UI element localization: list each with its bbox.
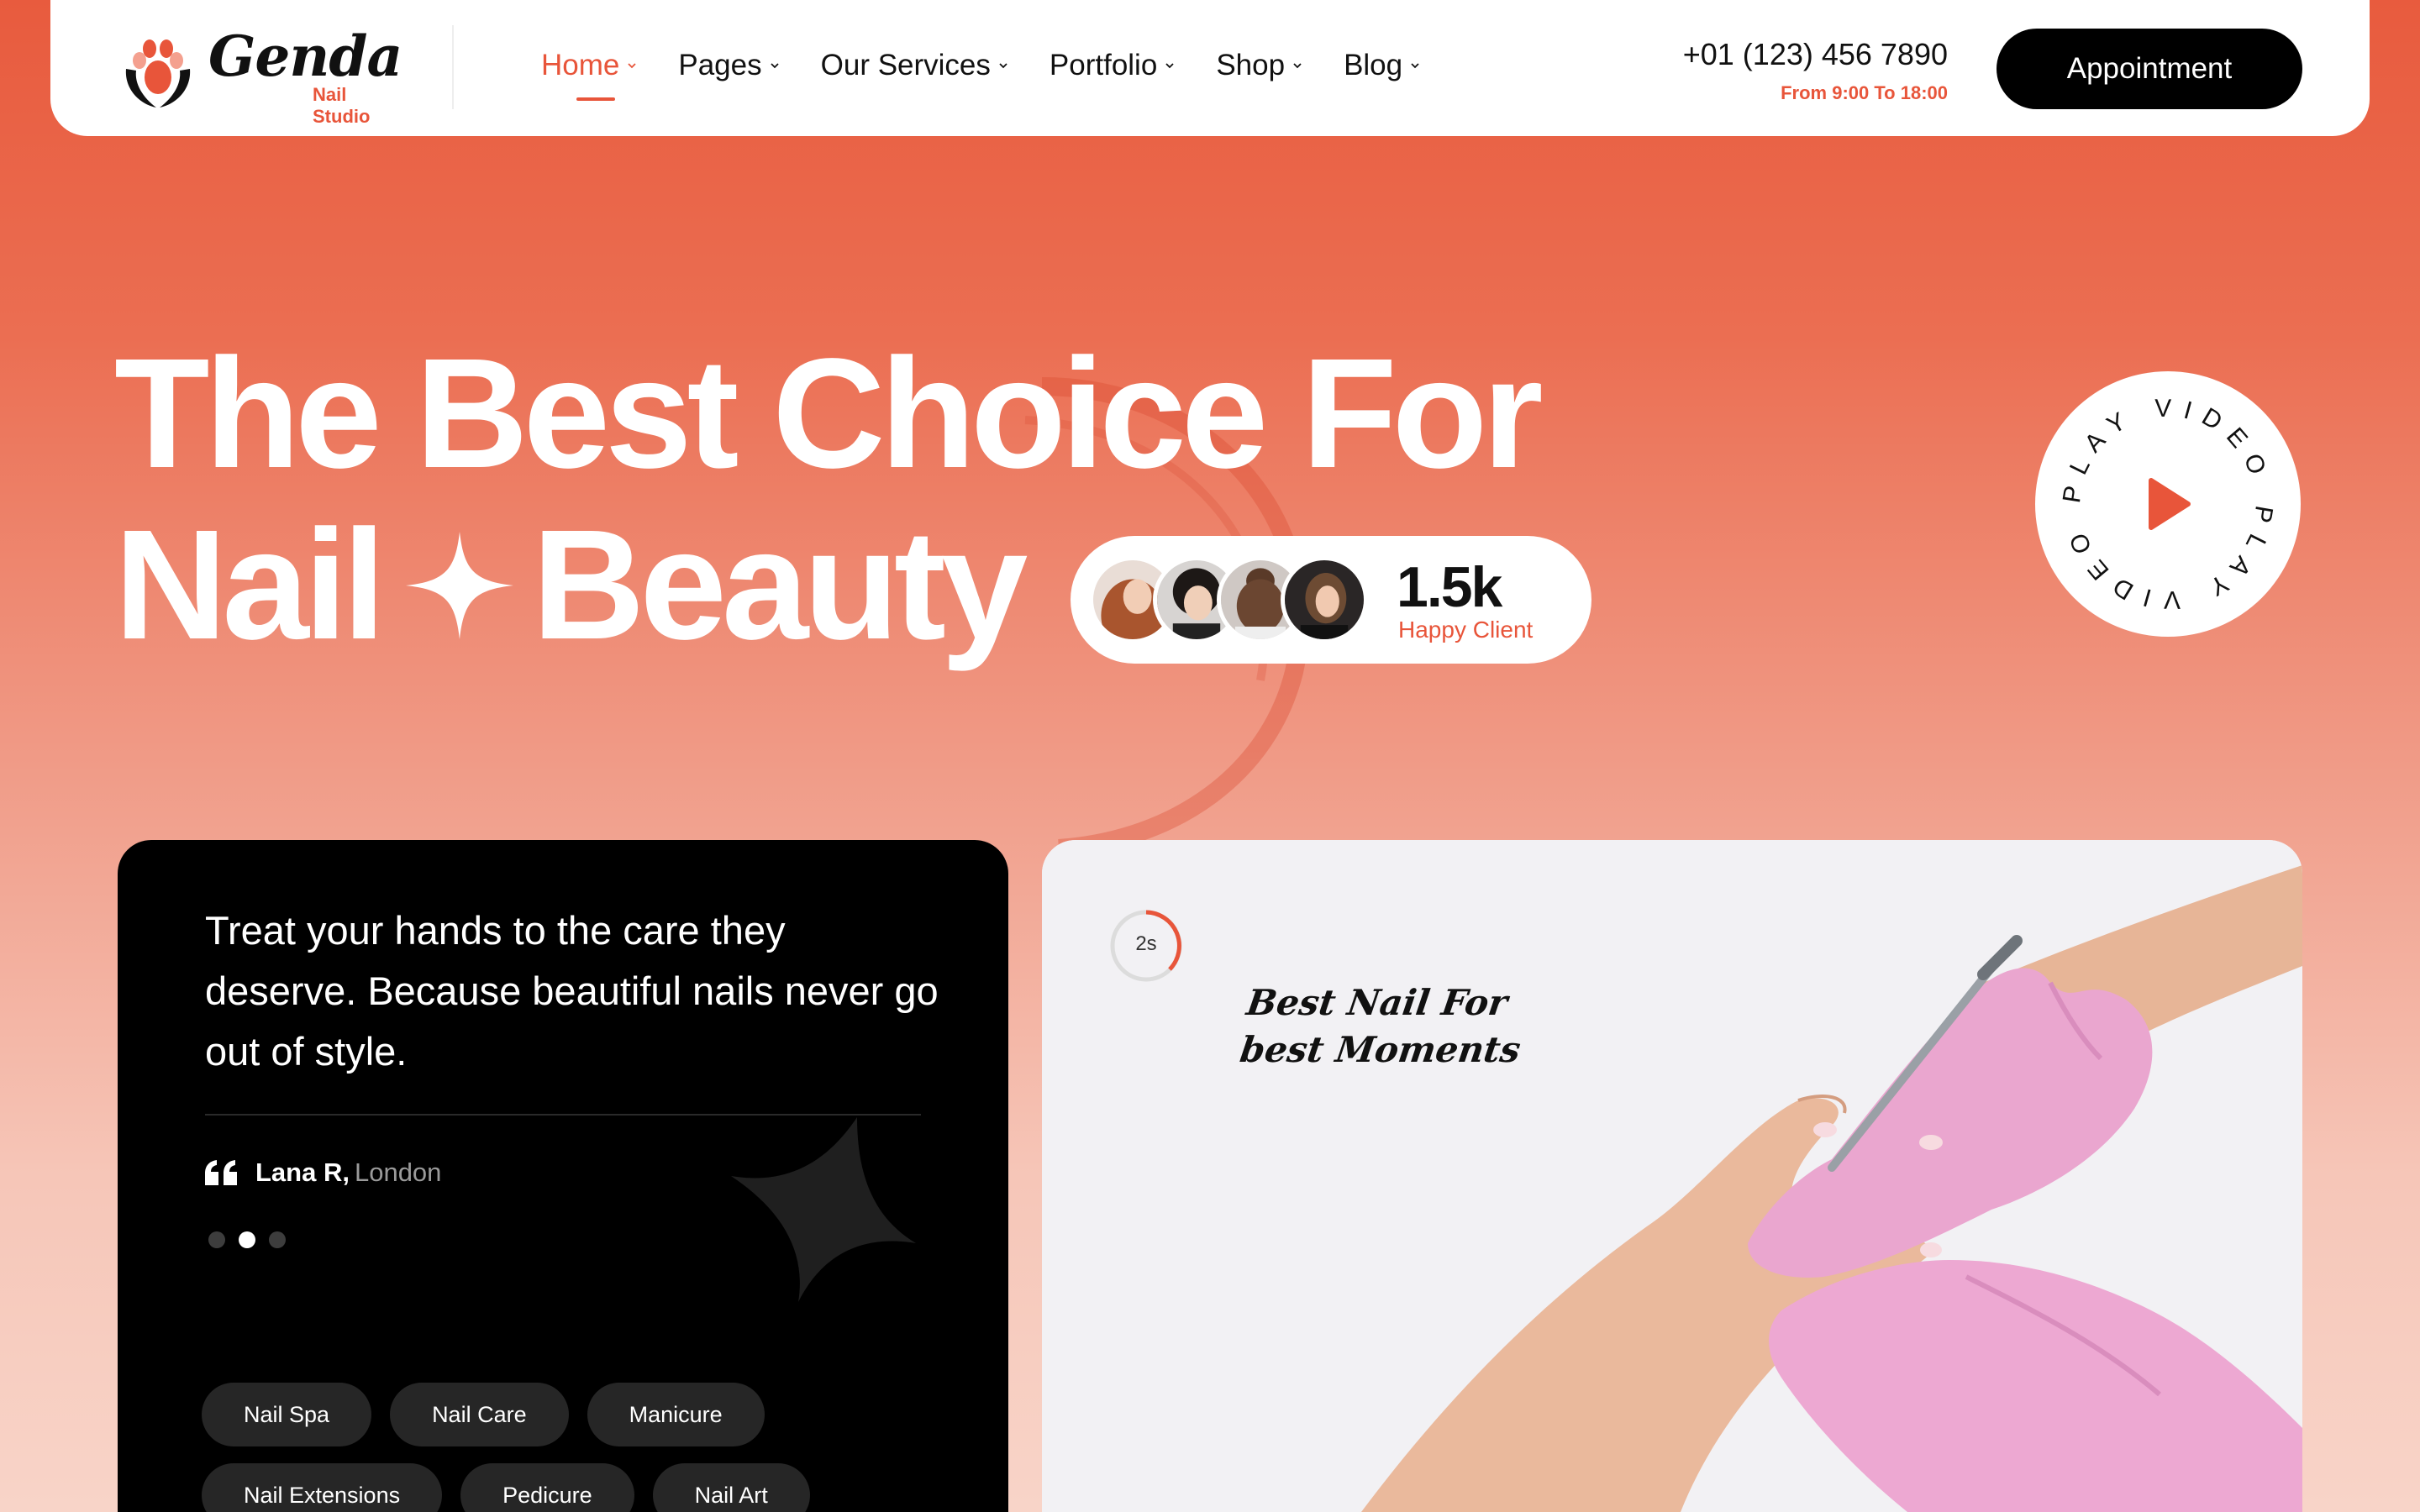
tag-nail-care[interactable]: Nail Care — [390, 1383, 569, 1446]
happy-clients-label: Happy Client — [1398, 617, 1534, 643]
slider-pagination — [208, 1231, 286, 1248]
nav-item-label: Our Services — [820, 49, 991, 81]
nav-item-label: Pages — [678, 49, 762, 81]
nav-item-blog[interactable]: Blog — [1344, 49, 1421, 82]
tag-nail-art[interactable]: Nail Art — [652, 1463, 810, 1512]
brand-logo[interactable]: Genda Nail Studio — [118, 24, 403, 127]
contact-info: +01 (123) 456 7890 From 9:00 To 18:00 — [1683, 37, 1948, 104]
autoplay-timer-label: 2s — [1135, 932, 1157, 955]
testimonial-author: Lana R, London — [205, 1158, 441, 1188]
nav-item-shop[interactable]: Shop — [1216, 49, 1303, 82]
opening-hours: From 9:00 To 18:00 — [1781, 82, 1948, 103]
chevron-down-icon — [770, 63, 779, 69]
chevron-down-icon — [999, 63, 1007, 69]
nav-item-label: Home — [541, 49, 620, 81]
media-caption-line2: best Moments — [1237, 1029, 1523, 1070]
hero-title-line2: Nail Beauty — [114, 498, 1028, 672]
main-nav: Home Pages Our Services Portfolio Shop B… — [541, 49, 1461, 101]
tag-nail-extensions[interactable]: Nail Extensions — [202, 1463, 443, 1512]
quote-icon — [205, 1160, 237, 1185]
nav-item-pages[interactable]: Pages — [678, 49, 780, 82]
chevron-down-icon — [1165, 63, 1174, 69]
phone-number[interactable]: +01 (123) 456 7890 — [1683, 37, 1948, 72]
hero-title-word-beauty: Beauty — [532, 498, 1028, 672]
brand-name: Genda — [208, 24, 402, 89]
chevron-down-icon — [1411, 63, 1419, 69]
manicure-media-card[interactable]: 2s Best Nail For best Moments — [1042, 840, 2302, 1512]
slider-dot[interactable] — [269, 1231, 286, 1248]
nav-item-label: Portfolio — [1049, 49, 1158, 81]
slider-dot[interactable] — [208, 1231, 225, 1248]
author-city: London — [354, 1158, 442, 1187]
appointment-button[interactable]: Appointment — [1996, 29, 2302, 109]
happy-clients-badge: 1.5k Happy Client — [1071, 536, 1591, 664]
author-name: Lana R, — [255, 1158, 350, 1187]
client-avatar — [1281, 556, 1368, 643]
tag-nail-spa[interactable]: Nail Spa — [202, 1383, 372, 1446]
chevron-down-icon — [628, 63, 637, 69]
slider-dot-active[interactable] — [239, 1231, 255, 1248]
testimonial-card: Treat your hands to the care they deserv… — [118, 840, 1008, 1512]
service-tags: Nail Spa Nail Care Manicure Nail Extensi… — [202, 1383, 958, 1512]
header-divider — [452, 25, 454, 109]
play-video-button[interactable]: PLAY VIDEO PLAY VIDEO — [2033, 370, 2302, 638]
testimonial-divider — [205, 1114, 921, 1116]
manicure-photo — [1042, 840, 2302, 1512]
testimonial-quote: Treat your hands to the care they deserv… — [205, 908, 939, 1074]
site-header: Genda Nail Studio Home Pages Our Service… — [50, 0, 2370, 136]
nav-item-portfolio[interactable]: Portfolio — [1050, 49, 1176, 82]
media-caption: Best Nail For best Moments — [1237, 979, 1530, 1074]
happy-clients-count: 1.5k — [1397, 555, 1502, 619]
lotus-hands-logo-icon — [125, 39, 191, 108]
media-caption-line1: Best Nail For — [1244, 982, 1511, 1023]
hero-title-word-nail: Nail — [114, 498, 386, 672]
sparkle-icon — [406, 532, 514, 639]
star-shape-icon — [731, 1117, 916, 1302]
tag-manicure[interactable]: Manicure — [587, 1383, 765, 1446]
nav-item-our-services[interactable]: Our Services — [821, 49, 1009, 82]
nav-item-home[interactable]: Home — [541, 49, 638, 101]
nav-item-label: Shop — [1216, 49, 1286, 81]
hero-title-line1: The Best Choice For — [114, 327, 1544, 501]
tag-pedicure[interactable]: Pedicure — [460, 1463, 634, 1512]
brand-tagline: Nail Studio — [313, 84, 371, 127]
nav-item-label: Blog — [1344, 49, 1403, 81]
play-video-badge: PLAY VIDEO PLAY VIDEO — [2035, 371, 2301, 637]
chevron-down-icon — [1293, 63, 1302, 69]
